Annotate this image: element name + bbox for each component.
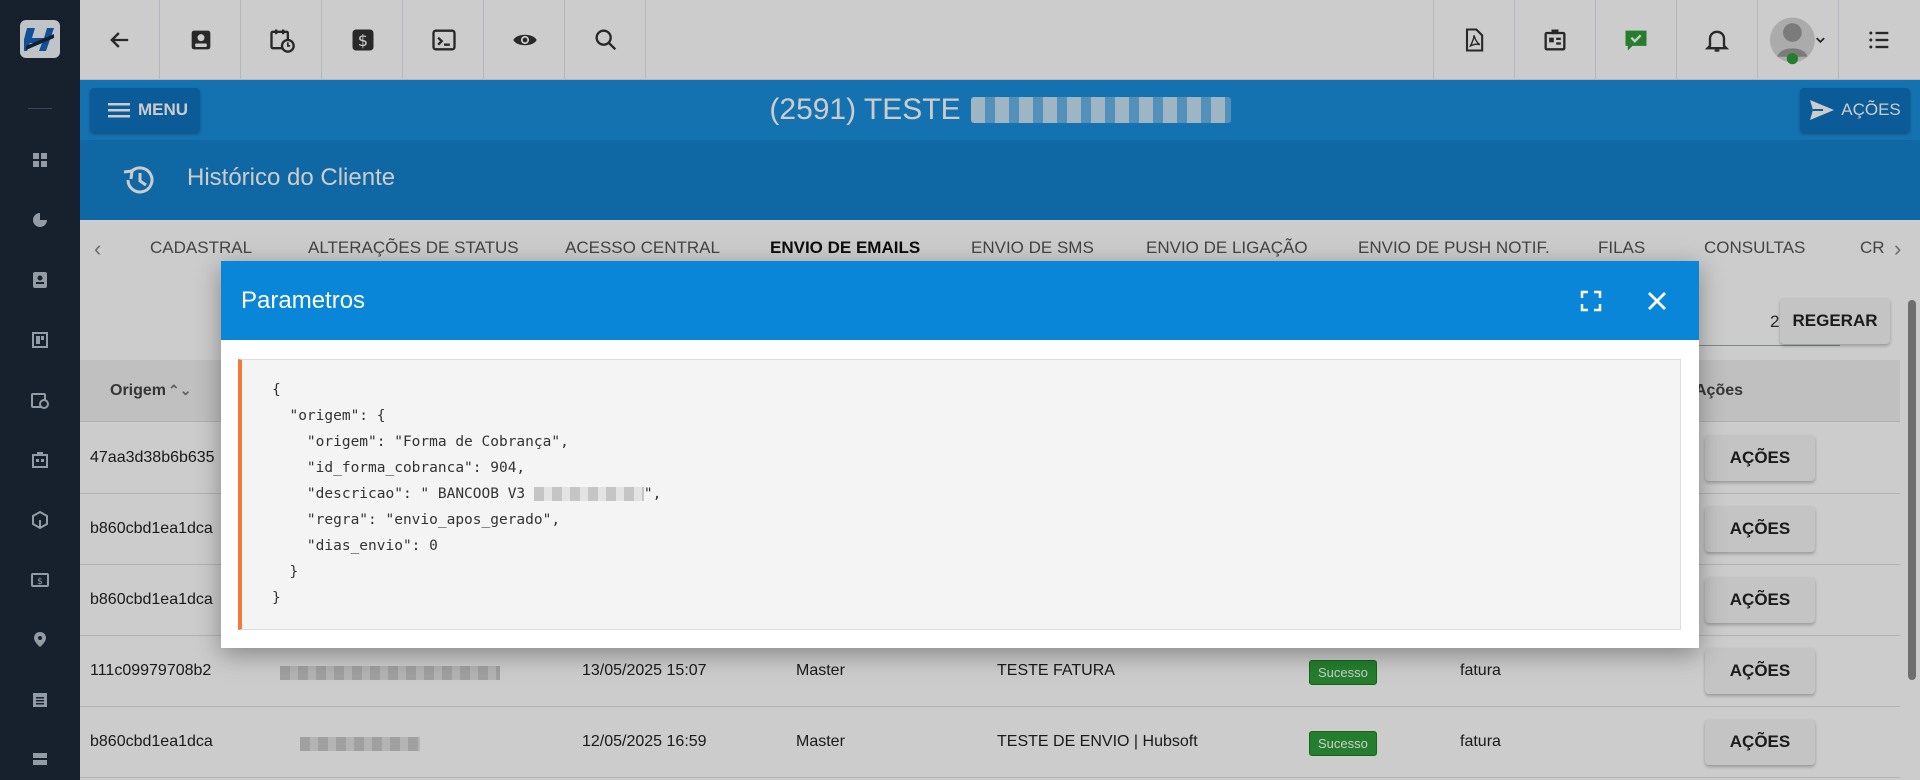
code-line: { <box>272 382 281 398</box>
close-icon <box>1648 292 1666 310</box>
fullscreen-button[interactable] <box>1573 283 1609 319</box>
code-line: "id_forma_cobranca": 904, <box>272 460 526 476</box>
code-line: } <box>272 590 281 606</box>
close-button[interactable] <box>1639 283 1675 319</box>
fullscreen-icon <box>1580 290 1602 312</box>
code-descricao-suffix: ", <box>643 486 662 502</box>
parametros-modal: Parametros { "origem": { "origem": "Form… <box>221 261 1699 648</box>
code-line: } <box>272 564 299 580</box>
code-descricao-prefix: "descricao": " BANCOOB V3 <box>272 486 526 502</box>
code-line-descricao: "descricao": " BANCOOB V3 ", <box>272 486 661 502</box>
modal-title: Parametros <box>241 287 366 314</box>
modal-header: Parametros <box>221 261 1699 340</box>
json-code-block: { "origem": { "origem": "Forma de Cobran… <box>238 359 1681 630</box>
code-line: "origem": "Forma de Cobrança", <box>272 434 569 450</box>
redacted-descricao <box>533 487 644 501</box>
code-line: "regra": "envio_apos_gerado", <box>272 512 561 528</box>
code-line: "origem": { <box>272 408 386 424</box>
code-line: "dias_envio": 0 <box>272 538 438 554</box>
